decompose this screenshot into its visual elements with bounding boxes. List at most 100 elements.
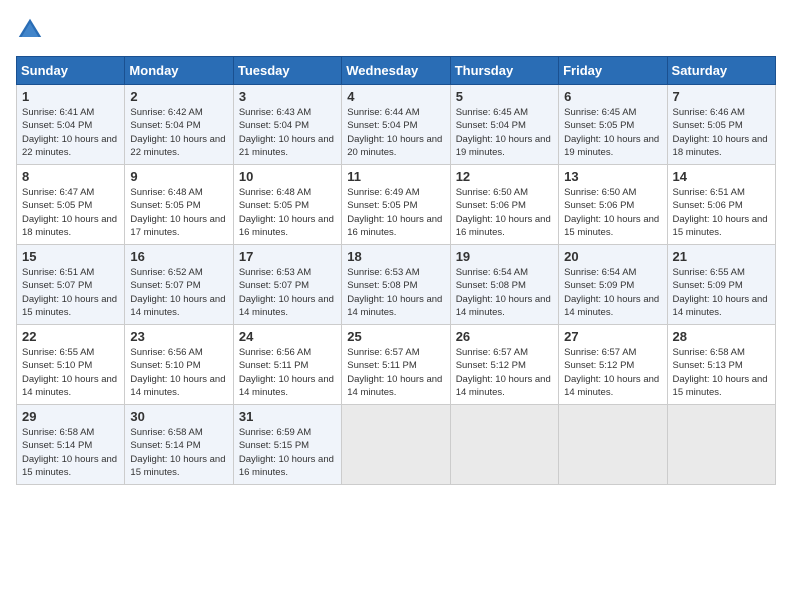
day-info: Sunrise: 6:56 AMSunset: 5:10 PMDaylight:… xyxy=(130,346,227,399)
calendar-day-cell: 23 Sunrise: 6:56 AMSunset: 5:10 PMDaylig… xyxy=(125,325,233,405)
day-number: 22 xyxy=(22,329,119,344)
day-info: Sunrise: 6:55 AMSunset: 5:10 PMDaylight:… xyxy=(22,346,119,399)
day-info: Sunrise: 6:57 AMSunset: 5:12 PMDaylight:… xyxy=(456,346,553,399)
calendar-day-cell: 12 Sunrise: 6:50 AMSunset: 5:06 PMDaylig… xyxy=(450,165,558,245)
weekday-header: Thursday xyxy=(450,57,558,85)
calendar-day-cell: 25 Sunrise: 6:57 AMSunset: 5:11 PMDaylig… xyxy=(342,325,450,405)
calendar-day-cell: 14 Sunrise: 6:51 AMSunset: 5:06 PMDaylig… xyxy=(667,165,775,245)
day-number: 17 xyxy=(239,249,336,264)
calendar-day-cell: 4 Sunrise: 6:44 AMSunset: 5:04 PMDayligh… xyxy=(342,85,450,165)
calendar-day-cell: 9 Sunrise: 6:48 AMSunset: 5:05 PMDayligh… xyxy=(125,165,233,245)
day-number: 5 xyxy=(456,89,553,104)
calendar-week-row: 29 Sunrise: 6:58 AMSunset: 5:14 PMDaylig… xyxy=(17,405,776,485)
calendar-day-cell: 10 Sunrise: 6:48 AMSunset: 5:05 PMDaylig… xyxy=(233,165,341,245)
calendar-day-cell: 18 Sunrise: 6:53 AMSunset: 5:08 PMDaylig… xyxy=(342,245,450,325)
day-info: Sunrise: 6:44 AMSunset: 5:04 PMDaylight:… xyxy=(347,106,444,159)
calendar-day-cell xyxy=(450,405,558,485)
day-info: Sunrise: 6:57 AMSunset: 5:12 PMDaylight:… xyxy=(564,346,661,399)
day-number: 11 xyxy=(347,169,444,184)
calendar-week-row: 15 Sunrise: 6:51 AMSunset: 5:07 PMDaylig… xyxy=(17,245,776,325)
calendar-table: SundayMondayTuesdayWednesdayThursdayFrid… xyxy=(16,56,776,485)
weekday-header: Wednesday xyxy=(342,57,450,85)
day-number: 15 xyxy=(22,249,119,264)
day-info: Sunrise: 6:50 AMSunset: 5:06 PMDaylight:… xyxy=(456,186,553,239)
calendar-day-cell xyxy=(559,405,667,485)
calendar-day-cell: 13 Sunrise: 6:50 AMSunset: 5:06 PMDaylig… xyxy=(559,165,667,245)
calendar-day-cell: 5 Sunrise: 6:45 AMSunset: 5:04 PMDayligh… xyxy=(450,85,558,165)
day-info: Sunrise: 6:51 AMSunset: 5:06 PMDaylight:… xyxy=(673,186,770,239)
calendar-day-cell: 24 Sunrise: 6:56 AMSunset: 5:11 PMDaylig… xyxy=(233,325,341,405)
day-number: 10 xyxy=(239,169,336,184)
day-number: 30 xyxy=(130,409,227,424)
calendar-day-cell: 26 Sunrise: 6:57 AMSunset: 5:12 PMDaylig… xyxy=(450,325,558,405)
day-info: Sunrise: 6:48 AMSunset: 5:05 PMDaylight:… xyxy=(239,186,336,239)
weekday-header: Sunday xyxy=(17,57,125,85)
day-info: Sunrise: 6:58 AMSunset: 5:14 PMDaylight:… xyxy=(130,426,227,479)
calendar-day-cell xyxy=(342,405,450,485)
day-info: Sunrise: 6:54 AMSunset: 5:09 PMDaylight:… xyxy=(564,266,661,319)
day-number: 14 xyxy=(673,169,770,184)
day-info: Sunrise: 6:58 AMSunset: 5:13 PMDaylight:… xyxy=(673,346,770,399)
page-header xyxy=(16,16,776,44)
day-info: Sunrise: 6:54 AMSunset: 5:08 PMDaylight:… xyxy=(456,266,553,319)
calendar-week-row: 22 Sunrise: 6:55 AMSunset: 5:10 PMDaylig… xyxy=(17,325,776,405)
calendar-day-cell: 30 Sunrise: 6:58 AMSunset: 5:14 PMDaylig… xyxy=(125,405,233,485)
day-number: 18 xyxy=(347,249,444,264)
day-info: Sunrise: 6:59 AMSunset: 5:15 PMDaylight:… xyxy=(239,426,336,479)
calendar-day-cell xyxy=(667,405,775,485)
day-info: Sunrise: 6:53 AMSunset: 5:07 PMDaylight:… xyxy=(239,266,336,319)
calendar-day-cell: 3 Sunrise: 6:43 AMSunset: 5:04 PMDayligh… xyxy=(233,85,341,165)
day-info: Sunrise: 6:42 AMSunset: 5:04 PMDaylight:… xyxy=(130,106,227,159)
day-info: Sunrise: 6:47 AMSunset: 5:05 PMDaylight:… xyxy=(22,186,119,239)
day-info: Sunrise: 6:45 AMSunset: 5:05 PMDaylight:… xyxy=(564,106,661,159)
day-number: 27 xyxy=(564,329,661,344)
calendar-day-cell: 21 Sunrise: 6:55 AMSunset: 5:09 PMDaylig… xyxy=(667,245,775,325)
day-info: Sunrise: 6:43 AMSunset: 5:04 PMDaylight:… xyxy=(239,106,336,159)
day-number: 19 xyxy=(456,249,553,264)
calendar-day-cell: 29 Sunrise: 6:58 AMSunset: 5:14 PMDaylig… xyxy=(17,405,125,485)
day-info: Sunrise: 6:46 AMSunset: 5:05 PMDaylight:… xyxy=(673,106,770,159)
day-number: 28 xyxy=(673,329,770,344)
day-number: 2 xyxy=(130,89,227,104)
day-number: 25 xyxy=(347,329,444,344)
day-number: 4 xyxy=(347,89,444,104)
calendar-day-cell: 31 Sunrise: 6:59 AMSunset: 5:15 PMDaylig… xyxy=(233,405,341,485)
day-info: Sunrise: 6:41 AMSunset: 5:04 PMDaylight:… xyxy=(22,106,119,159)
day-number: 7 xyxy=(673,89,770,104)
calendar-week-row: 1 Sunrise: 6:41 AMSunset: 5:04 PMDayligh… xyxy=(17,85,776,165)
day-number: 3 xyxy=(239,89,336,104)
day-info: Sunrise: 6:49 AMSunset: 5:05 PMDaylight:… xyxy=(347,186,444,239)
calendar-week-row: 8 Sunrise: 6:47 AMSunset: 5:05 PMDayligh… xyxy=(17,165,776,245)
day-number: 9 xyxy=(130,169,227,184)
day-number: 26 xyxy=(456,329,553,344)
calendar-day-cell: 16 Sunrise: 6:52 AMSunset: 5:07 PMDaylig… xyxy=(125,245,233,325)
day-number: 24 xyxy=(239,329,336,344)
calendar-day-cell: 27 Sunrise: 6:57 AMSunset: 5:12 PMDaylig… xyxy=(559,325,667,405)
day-number: 23 xyxy=(130,329,227,344)
day-number: 16 xyxy=(130,249,227,264)
calendar-day-cell: 22 Sunrise: 6:55 AMSunset: 5:10 PMDaylig… xyxy=(17,325,125,405)
day-number: 1 xyxy=(22,89,119,104)
weekday-header: Saturday xyxy=(667,57,775,85)
calendar-day-cell: 2 Sunrise: 6:42 AMSunset: 5:04 PMDayligh… xyxy=(125,85,233,165)
day-info: Sunrise: 6:58 AMSunset: 5:14 PMDaylight:… xyxy=(22,426,119,479)
day-info: Sunrise: 6:51 AMSunset: 5:07 PMDaylight:… xyxy=(22,266,119,319)
day-number: 21 xyxy=(673,249,770,264)
day-number: 20 xyxy=(564,249,661,264)
day-info: Sunrise: 6:56 AMSunset: 5:11 PMDaylight:… xyxy=(239,346,336,399)
day-info: Sunrise: 6:52 AMSunset: 5:07 PMDaylight:… xyxy=(130,266,227,319)
weekday-header: Monday xyxy=(125,57,233,85)
weekday-header: Friday xyxy=(559,57,667,85)
calendar-day-cell: 19 Sunrise: 6:54 AMSunset: 5:08 PMDaylig… xyxy=(450,245,558,325)
day-number: 13 xyxy=(564,169,661,184)
calendar-day-cell: 11 Sunrise: 6:49 AMSunset: 5:05 PMDaylig… xyxy=(342,165,450,245)
calendar-day-cell: 1 Sunrise: 6:41 AMSunset: 5:04 PMDayligh… xyxy=(17,85,125,165)
day-info: Sunrise: 6:50 AMSunset: 5:06 PMDaylight:… xyxy=(564,186,661,239)
day-number: 8 xyxy=(22,169,119,184)
calendar-day-cell: 28 Sunrise: 6:58 AMSunset: 5:13 PMDaylig… xyxy=(667,325,775,405)
day-info: Sunrise: 6:45 AMSunset: 5:04 PMDaylight:… xyxy=(456,106,553,159)
day-number: 6 xyxy=(564,89,661,104)
day-info: Sunrise: 6:48 AMSunset: 5:05 PMDaylight:… xyxy=(130,186,227,239)
weekday-header-row: SundayMondayTuesdayWednesdayThursdayFrid… xyxy=(17,57,776,85)
weekday-header: Tuesday xyxy=(233,57,341,85)
